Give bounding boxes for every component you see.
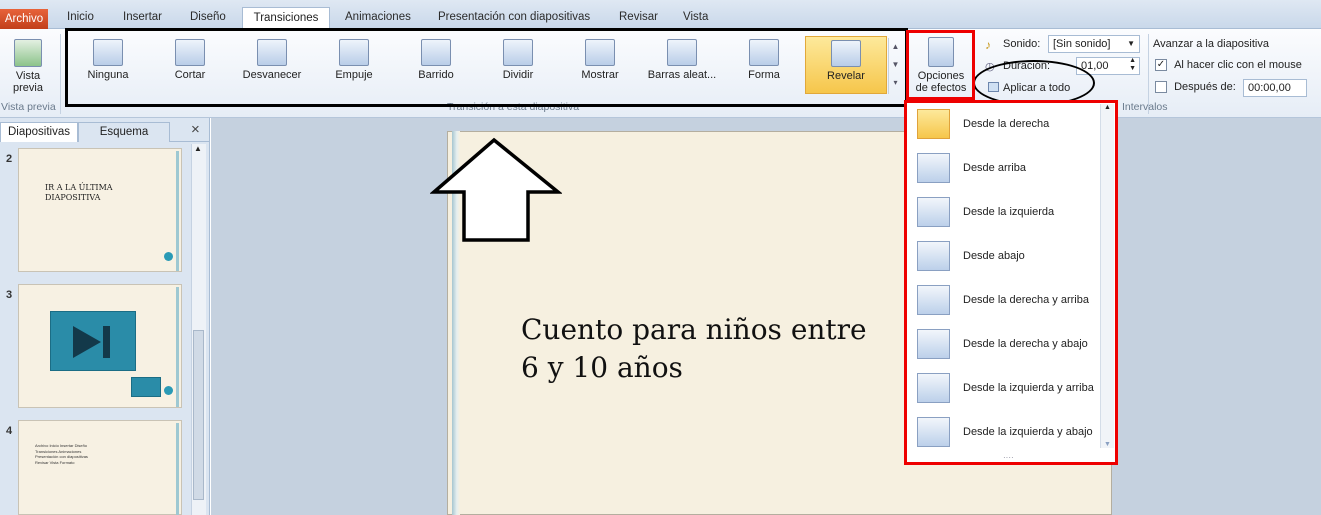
from-top-right-icon <box>917 285 950 315</box>
effect-label: Desde la izquierda y abajo <box>963 426 1093 438</box>
sound-icon: ♪ <box>985 38 991 52</box>
from-left-icon <box>917 197 950 227</box>
effect-label: Desde la derecha y arriba <box>963 294 1089 306</box>
after-label: Después de: <box>1174 81 1236 93</box>
spinner-icon: ▲ ▼ <box>1129 57 1136 72</box>
next-slide-icon <box>50 311 136 371</box>
effect-label: Desde arriba <box>963 162 1026 174</box>
on-click-label: Al hacer clic con el mouse <box>1174 59 1302 71</box>
tab-slideshow[interactable]: Presentación con diapositivas <box>438 11 590 23</box>
sound-select[interactable]: [Sin sonido] ▼ <box>1048 35 1140 53</box>
preview-label-2: previa <box>13 82 43 94</box>
tab-outline[interactable]: Esquema <box>78 122 170 142</box>
slide-number: 2 <box>6 153 13 165</box>
effect-label: Desde la izquierda <box>963 206 1055 218</box>
scroll-up-icon[interactable]: ▲ <box>1104 104 1111 111</box>
slide-thumbnail-4[interactable]: Archivo Inicio Insertar Diseño Transicio… <box>18 420 182 515</box>
after-check-icon[interactable] <box>1155 81 1167 94</box>
slides-scrollbar[interactable]: ▲ <box>191 144 206 515</box>
effect-label: Desde abajo <box>963 250 1025 262</box>
sound-label: Sonido: <box>1003 38 1041 50</box>
slide-thumbnail-2[interactable]: IR A LA ÚLTIMA DIAPOSITIVA <box>18 148 182 272</box>
tab-transitions[interactable]: Transiciones <box>242 7 330 30</box>
from-top-left-icon <box>917 373 950 403</box>
effect-from-bottom[interactable]: Desde abajo <box>913 237 1101 277</box>
from-right-icon <box>917 109 950 139</box>
effect-from-top-right[interactable]: Desde la derecha y arriba <box>913 281 1101 321</box>
effect-options-menu: Desde la derecha Desde arriba Desde la i… <box>904 100 1118 465</box>
effect-from-right[interactable]: Desde la derecha <box>913 105 1101 145</box>
tab-view[interactable]: Vista <box>683 11 708 23</box>
tab-insert[interactable]: Insertar <box>123 11 162 23</box>
document-icon <box>131 377 161 397</box>
tab-slides[interactable]: Diapositivas <box>0 122 78 142</box>
thumbnail-dot <box>164 252 173 261</box>
group-label-preview: Vista previa <box>1 101 56 113</box>
group-label-timing: Intervalos <box>1122 101 1168 113</box>
effects-menu-scrollbar[interactable]: ▲ ▼ <box>1100 104 1114 448</box>
from-bottom-left-icon <box>917 417 950 447</box>
panel-tabs: Diapositivas Esquema × <box>0 120 210 142</box>
effect-from-left[interactable]: Desde la izquierda <box>913 193 1101 233</box>
advance-title: Avanzar a la diapositiva <box>1153 38 1269 50</box>
effect-from-bottom-right[interactable]: Desde la derecha y abajo <box>913 325 1101 365</box>
effect-from-top-left[interactable]: Desde la izquierda y arriba <box>913 369 1101 409</box>
group-separator <box>60 34 61 114</box>
slide-title-line-2: 6 y 10 años <box>521 351 683 384</box>
tab-animations[interactable]: Animaciones <box>345 11 411 23</box>
slide-thumbnail-3[interactable] <box>18 284 182 408</box>
thumbnail-dot <box>164 386 173 395</box>
slide-number: 4 <box>6 425 13 437</box>
effect-from-bottom-left[interactable]: Desde la izquierda y abajo <box>913 413 1101 453</box>
effect-label: Desde la izquierda y arriba <box>963 382 1094 394</box>
thumbnail-text: IR A LA ÚLTIMA DIAPOSITIVA <box>45 183 113 202</box>
from-bottom-right-icon <box>917 329 950 359</box>
on-click-check-icon[interactable]: ✓ <box>1155 59 1167 72</box>
on-click-checkbox[interactable]: ✓ Al hacer clic con el mouse <box>1155 59 1302 72</box>
thumbnail-stripe <box>176 151 179 271</box>
effect-from-top[interactable]: Desde arriba <box>913 149 1101 189</box>
after-time-spinner[interactable]: 00:00,00 <box>1243 79 1307 97</box>
close-icon[interactable]: × <box>191 121 200 138</box>
preview-label-1: Vista <box>15 70 41 82</box>
tab-review[interactable]: Revisar <box>619 11 658 23</box>
scroll-up-icon[interactable]: ▲ <box>194 144 202 153</box>
effect-label: Desde la derecha y abajo <box>963 338 1088 350</box>
scroll-down-icon[interactable]: ▼ <box>1104 441 1111 448</box>
from-bottom-icon <box>917 241 950 271</box>
play-next-icon <box>73 326 110 358</box>
resize-grip-icon[interactable]: ···· <box>1003 453 1014 462</box>
annotation-black-rectangle <box>65 28 908 107</box>
tab-design[interactable]: Diseño <box>190 11 226 23</box>
scroll-thumb[interactable] <box>193 330 204 500</box>
tab-file[interactable]: Archivo <box>0 9 48 29</box>
slide-number: 3 <box>6 289 13 301</box>
chevron-down-icon: ▼ <box>1127 39 1135 48</box>
slide-title-line-1: Cuento para niños entre <box>521 313 867 346</box>
thumbnail-stripe <box>176 287 179 407</box>
from-top-icon <box>917 153 950 183</box>
thumbnail-stripe <box>176 423 179 515</box>
preview-button[interactable]: Vista previa <box>3 36 53 94</box>
after-checkbox[interactable]: Después de: <box>1155 81 1236 94</box>
effect-label: Desde la derecha <box>963 118 1050 130</box>
thumbnail-text: Archivo Inicio Insertar Diseño Transicio… <box>35 443 88 465</box>
slide-title[interactable]: Cuento para niños entre 6 y 10 años <box>521 311 867 387</box>
annotation-up-arrow <box>430 137 562 242</box>
sound-value: [Sin sonido] <box>1053 38 1111 50</box>
after-time-value: 00:00,00 <box>1248 82 1291 94</box>
preview-icon <box>14 39 42 67</box>
annotation-red-rectangle <box>906 30 975 100</box>
tab-home[interactable]: Inicio <box>67 11 94 23</box>
